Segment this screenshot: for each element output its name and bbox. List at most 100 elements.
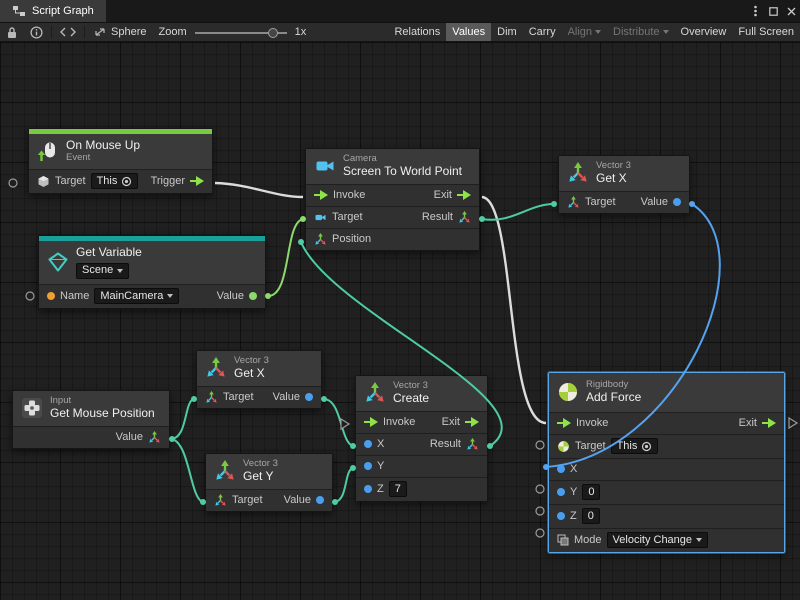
node-vector3-get-x-mid[interactable]: Vector 3 Get X Target Value xyxy=(196,350,322,409)
camera-port-icon[interactable] xyxy=(314,211,327,224)
toolbar-button-align[interactable]: Align xyxy=(562,23,607,41)
close-icon[interactable] xyxy=(782,0,800,22)
toolbar-button-distribute[interactable]: Distribute xyxy=(607,23,674,41)
enum-icon[interactable] xyxy=(557,534,569,546)
toolbar-button-dim[interactable]: Dim xyxy=(491,23,523,41)
port-label-value: Value xyxy=(217,290,244,302)
node-screen-to-world-point[interactable]: Camera Screen To World Point Invoke Exit… xyxy=(305,148,480,251)
toolbar-button-values[interactable]: Values xyxy=(446,23,491,41)
wire-mousepos-to-gety[interactable] xyxy=(172,439,203,502)
input-dpad-icon xyxy=(21,397,43,419)
node-get-variable[interactable]: Get Variable Scene Name MainCamera Value xyxy=(38,235,266,309)
button-label: Distribute xyxy=(613,26,659,38)
target-value-chip[interactable]: This xyxy=(91,173,139,189)
tabbar-spacer xyxy=(106,0,746,22)
variable-name-dropdown[interactable]: MainCamera xyxy=(94,288,179,304)
graph-canvas[interactable]: On Mouse Up Event Target This Trigger xyxy=(0,42,800,600)
string-input-port[interactable] xyxy=(47,292,55,300)
z-value-field[interactable]: 0 xyxy=(582,508,600,524)
tab-script-graph[interactable]: Script Graph xyxy=(0,0,106,22)
node-vector3-create[interactable]: Vector 3 Create Invoke Exit X Result Y xyxy=(355,375,488,502)
toolbar-button-carry[interactable]: Carry xyxy=(523,23,562,41)
zoom-value: 1x xyxy=(289,23,313,41)
wire-result-to-getx-target[interactable] xyxy=(482,204,554,220)
maximize-icon[interactable] xyxy=(764,0,782,22)
rigidbody-port-icon[interactable] xyxy=(557,440,570,453)
port-label-value: Value xyxy=(116,431,143,443)
variable-diamond-icon xyxy=(47,251,69,273)
float-input-port[interactable] xyxy=(557,488,565,496)
port-label-mode: Mode xyxy=(574,534,602,546)
toolbar-divider xyxy=(51,26,52,38)
float-output-port[interactable] xyxy=(673,198,681,206)
wire-exit-to-addforce-invoke[interactable] xyxy=(482,197,546,423)
target-object[interactable]: Sphere xyxy=(87,23,152,41)
target-value-chip[interactable]: This xyxy=(611,438,659,454)
wire-mousepos-to-getx[interactable] xyxy=(172,399,194,439)
port-label-x: X xyxy=(377,438,384,450)
y-value-field[interactable]: 0 xyxy=(582,484,600,500)
chevron-down-icon xyxy=(696,538,702,542)
zoom-slider-knob[interactable] xyxy=(268,28,278,38)
vector3-port-icon[interactable] xyxy=(314,233,327,246)
node-vector3-get-y[interactable]: Vector 3 Get Y Target Value xyxy=(205,453,333,512)
float-input-port[interactable] xyxy=(557,465,565,473)
node-on-mouse-up[interactable]: On Mouse Up Event Target This Trigger xyxy=(28,128,213,194)
gameobject-cube-icon[interactable] xyxy=(37,175,50,188)
vector3-port-icon[interactable] xyxy=(214,494,227,507)
rigidbody-icon xyxy=(557,381,579,403)
lock-icon[interactable] xyxy=(0,23,24,41)
wire-trigger-to-invoke[interactable] xyxy=(215,183,303,197)
exec-output-port[interactable] xyxy=(457,190,471,200)
move-arrows-icon xyxy=(93,26,107,38)
node-title: Add Force xyxy=(586,391,641,405)
z-value-field[interactable]: 7 xyxy=(389,481,407,497)
float-input-port[interactable] xyxy=(364,462,372,470)
wire-gety-to-create-y[interactable] xyxy=(335,468,353,502)
toolbar-button-relations[interactable]: Relations xyxy=(388,23,446,41)
toolbar-button-full-screen[interactable]: Full Screen xyxy=(732,23,800,41)
float-input-port[interactable] xyxy=(364,485,372,493)
float-output-port[interactable] xyxy=(316,496,324,504)
node-get-mouse-position[interactable]: Input Get Mouse Position Value xyxy=(12,390,170,449)
toolbar-button-overview[interactable]: Overview xyxy=(675,23,733,41)
float-input-port[interactable] xyxy=(364,440,372,448)
mouse-icon xyxy=(37,140,59,162)
node-vector3-get-x-top[interactable]: Vector 3 Get X Target Value xyxy=(558,155,690,214)
float-input-port[interactable] xyxy=(557,512,565,520)
vector3-port-icon[interactable] xyxy=(458,211,471,224)
port-label-x: X xyxy=(570,463,577,475)
self-target-icon xyxy=(121,176,132,187)
port-label-target: Target xyxy=(232,494,263,506)
more-menu-icon[interactable] xyxy=(746,0,764,22)
exec-output-port[interactable] xyxy=(762,418,776,428)
exec-output-port[interactable] xyxy=(190,176,204,186)
node-title: Get Mouse Position xyxy=(50,407,155,421)
exec-input-port[interactable] xyxy=(557,418,571,428)
object-output-port[interactable] xyxy=(249,292,257,300)
zoom-slider[interactable] xyxy=(195,23,287,41)
node-rigidbody-add-force[interactable]: Rigidbody Add Force Invoke Exit Target T… xyxy=(548,372,785,553)
exec-output-port[interactable] xyxy=(465,417,479,427)
tab-bar: Script Graph xyxy=(0,0,800,22)
force-mode-dropdown[interactable]: Velocity Change xyxy=(607,532,709,548)
node-title: Get X xyxy=(234,367,269,381)
variable-scope-dropdown[interactable]: Scene xyxy=(76,263,129,279)
vector3-port-icon[interactable] xyxy=(567,196,580,209)
node-title: Get Y xyxy=(243,470,278,484)
float-output-port[interactable] xyxy=(305,393,313,401)
node-title: Get X xyxy=(596,172,631,186)
wire-variable-to-camera-target[interactable] xyxy=(268,219,303,296)
exec-input-port[interactable] xyxy=(364,417,378,427)
vector3-icon xyxy=(567,162,589,184)
vector3-port-icon[interactable] xyxy=(466,438,479,451)
port-label-trigger: Trigger xyxy=(151,175,185,187)
vector3-port-icon[interactable] xyxy=(205,391,218,404)
info-icon[interactable] xyxy=(24,23,49,41)
exec-input-port[interactable] xyxy=(314,190,328,200)
node-title: Get Variable xyxy=(76,246,142,260)
code-icon[interactable] xyxy=(54,23,82,41)
wire-getx-to-create-x[interactable] xyxy=(324,399,353,446)
vector3-port-icon[interactable] xyxy=(148,431,161,444)
port-label-result: Result xyxy=(430,438,461,450)
